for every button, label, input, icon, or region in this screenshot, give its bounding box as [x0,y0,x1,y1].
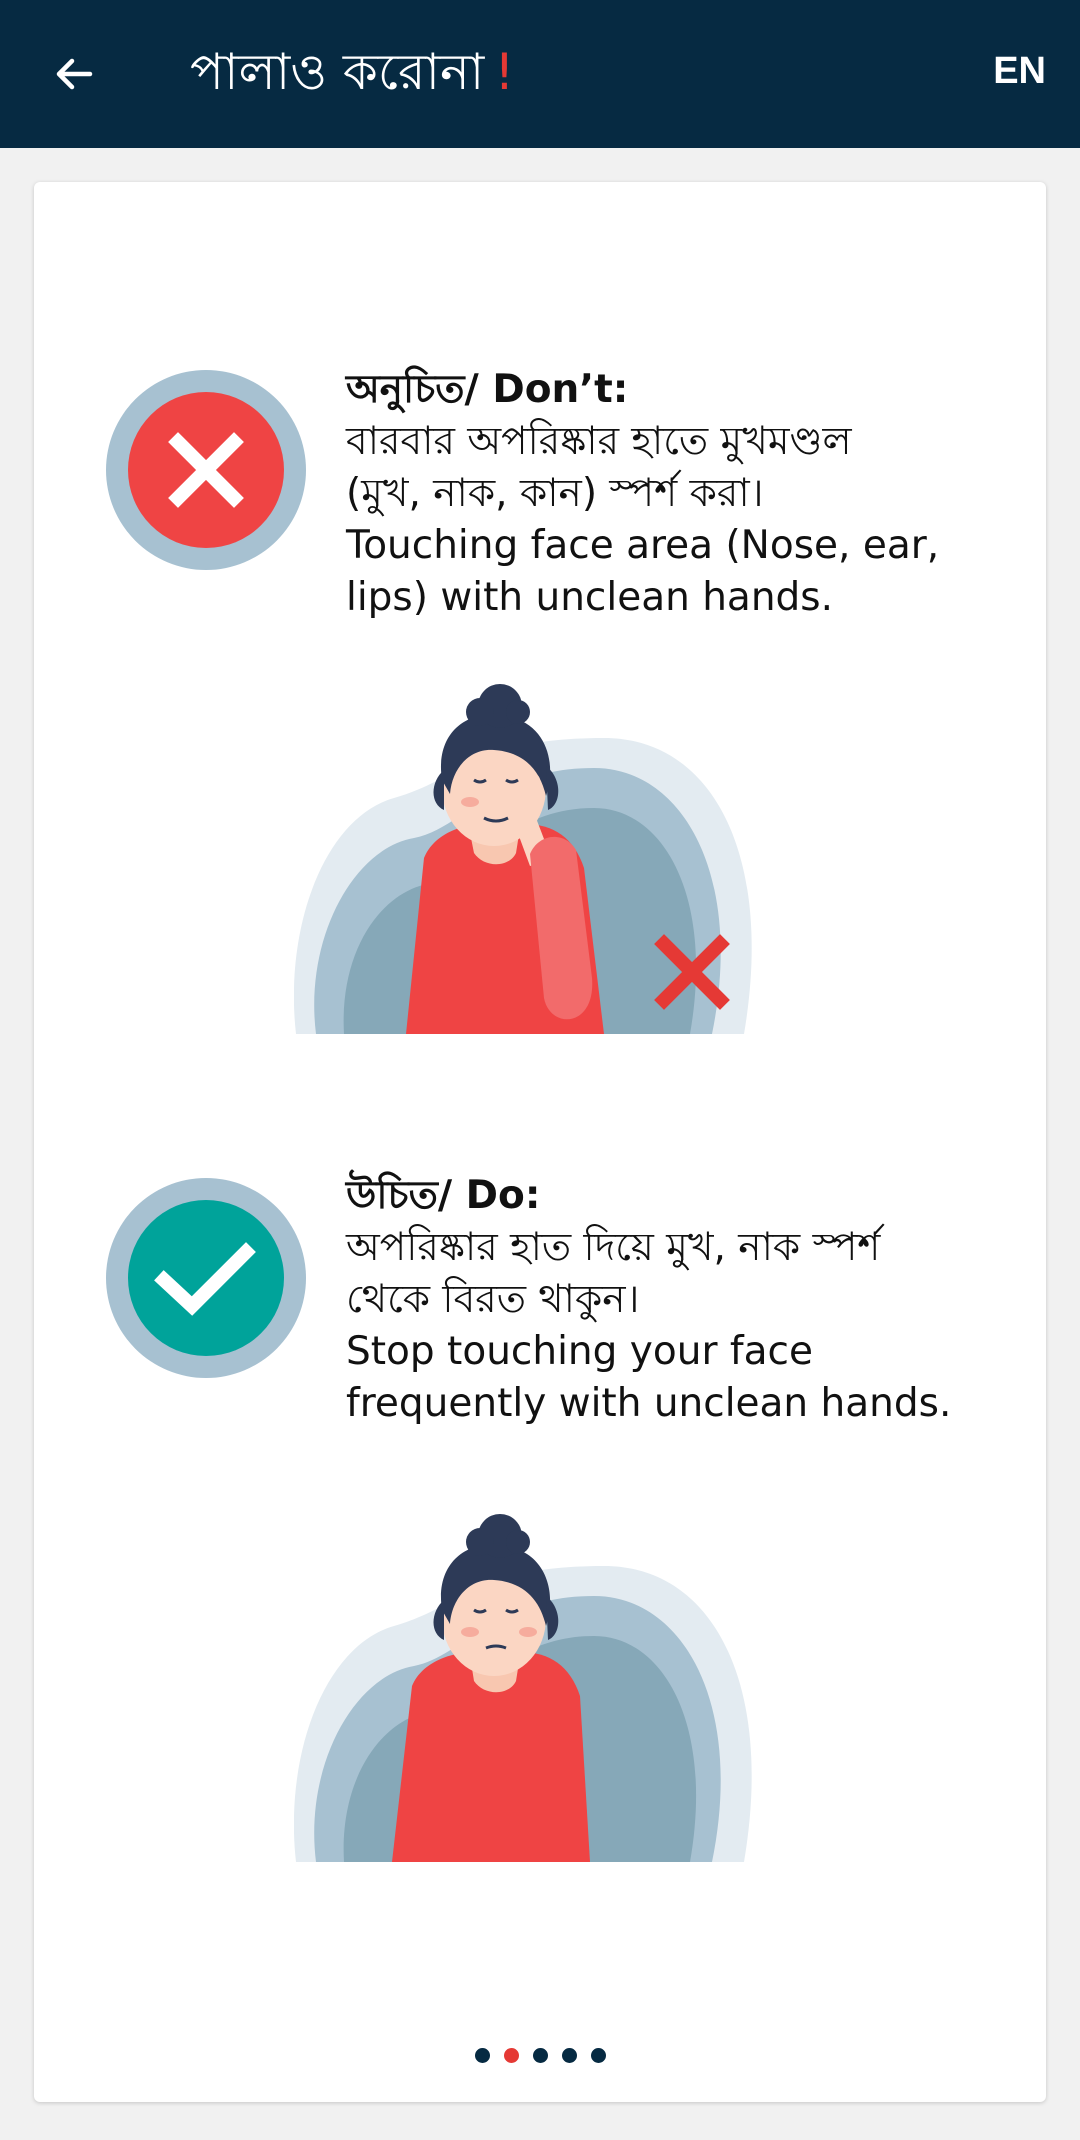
do-english-line-2: frequently with unclean hands. [346,1381,952,1426]
check-icon [154,1242,256,1316]
dont-english-line-1: Touching face area (Nose, ear, [346,523,940,568]
do-bengali-line-1: অপরিষ্কার হাত দিয়ে মুখ, নাক স্পর্শ [346,1225,881,1270]
app-bar: পালাও করোনা! EN [0,0,1080,148]
page-indicator [34,2048,1046,2063]
woman-touching-face-illustration [294,684,752,1034]
woman-not-touching-face-illustration [294,1514,752,1862]
dont-bengali-line-2: (মুখ, নাক, কান) স্পর্শ করা। [346,471,764,516]
dont-heading: অনুচিত/ Don’t: [346,367,629,412]
do-english-line-1: Stop touching your face [346,1329,813,1374]
do-text: উচিত/ Do: অপরিষ্কার হাত দিয়ে মুখ, নাক স… [346,1170,1006,1430]
page-dot-1[interactable] [474,2048,490,2063]
do-icon-circle [128,1200,284,1356]
dont-english-line-2: lips) with unclean hands. [346,575,834,620]
page-dot-4[interactable] [561,2048,577,2063]
dont-icon-circle [128,392,284,548]
do-heading: উচিত/ Do: [346,1173,541,1218]
page-dot-5[interactable] [590,2048,606,2063]
cross-icon [168,432,244,508]
dont-icon-badge [106,370,306,570]
page-title-exclamation: ! [494,43,515,101]
do-icon-badge [106,1178,306,1378]
page-title-text: পালাও করোনা [190,43,485,101]
language-toggle-button[interactable]: EN [993,50,1046,93]
page-dot-3[interactable] [532,2048,548,2063]
tips-card: অনুচিত/ Don’t: বারবার অপরিষ্কার হাতে মুখ… [34,182,1046,2102]
page-title: পালাও করোনা! [190,40,514,104]
dont-text: অনুচিত/ Don’t: বারবার অপরিষ্কার হাতে মুখ… [346,364,1006,624]
page-dot-2[interactable] [503,2048,519,2063]
back-button[interactable] [44,44,104,104]
do-bengali-line-2: থেকে বিরত থাকুন। [346,1277,640,1322]
arrow-left-icon [56,58,93,90]
dont-bengali-line-1: বারবার অপরিষ্কার হাতে মুখমণ্ডল [346,419,852,464]
